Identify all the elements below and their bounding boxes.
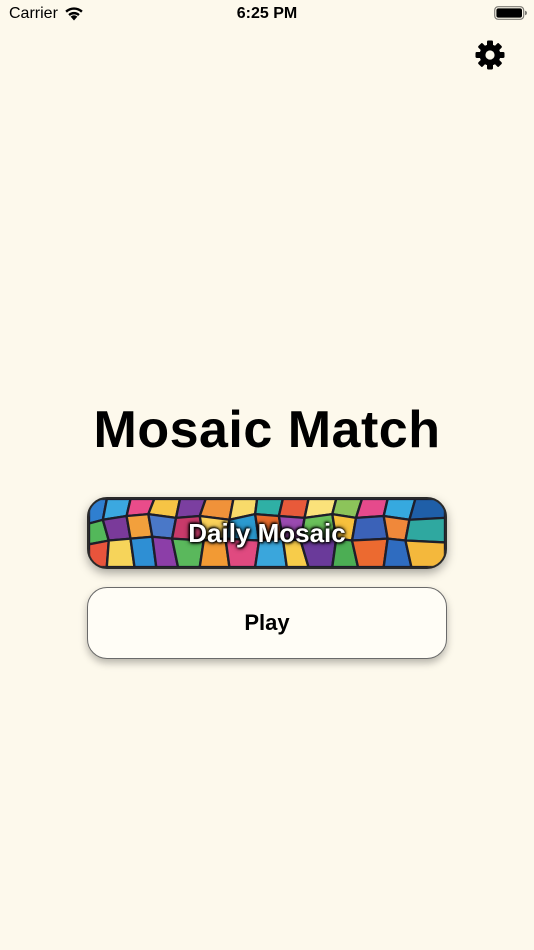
battery-icon bbox=[494, 6, 527, 20]
play-button[interactable]: Play bbox=[87, 587, 447, 659]
daily-mosaic-button[interactable]: Daily Mosaic bbox=[87, 497, 447, 569]
gear-icon[interactable] bbox=[474, 39, 506, 71]
app-title: Mosaic Match bbox=[93, 401, 441, 459]
play-label: Play bbox=[244, 610, 290, 635]
status-time: 6:25 PM bbox=[236, 5, 298, 22]
status-bar: Carrier 6:25 PM bbox=[0, 0, 534, 28]
daily-mosaic-label: Daily Mosaic bbox=[188, 517, 346, 548]
